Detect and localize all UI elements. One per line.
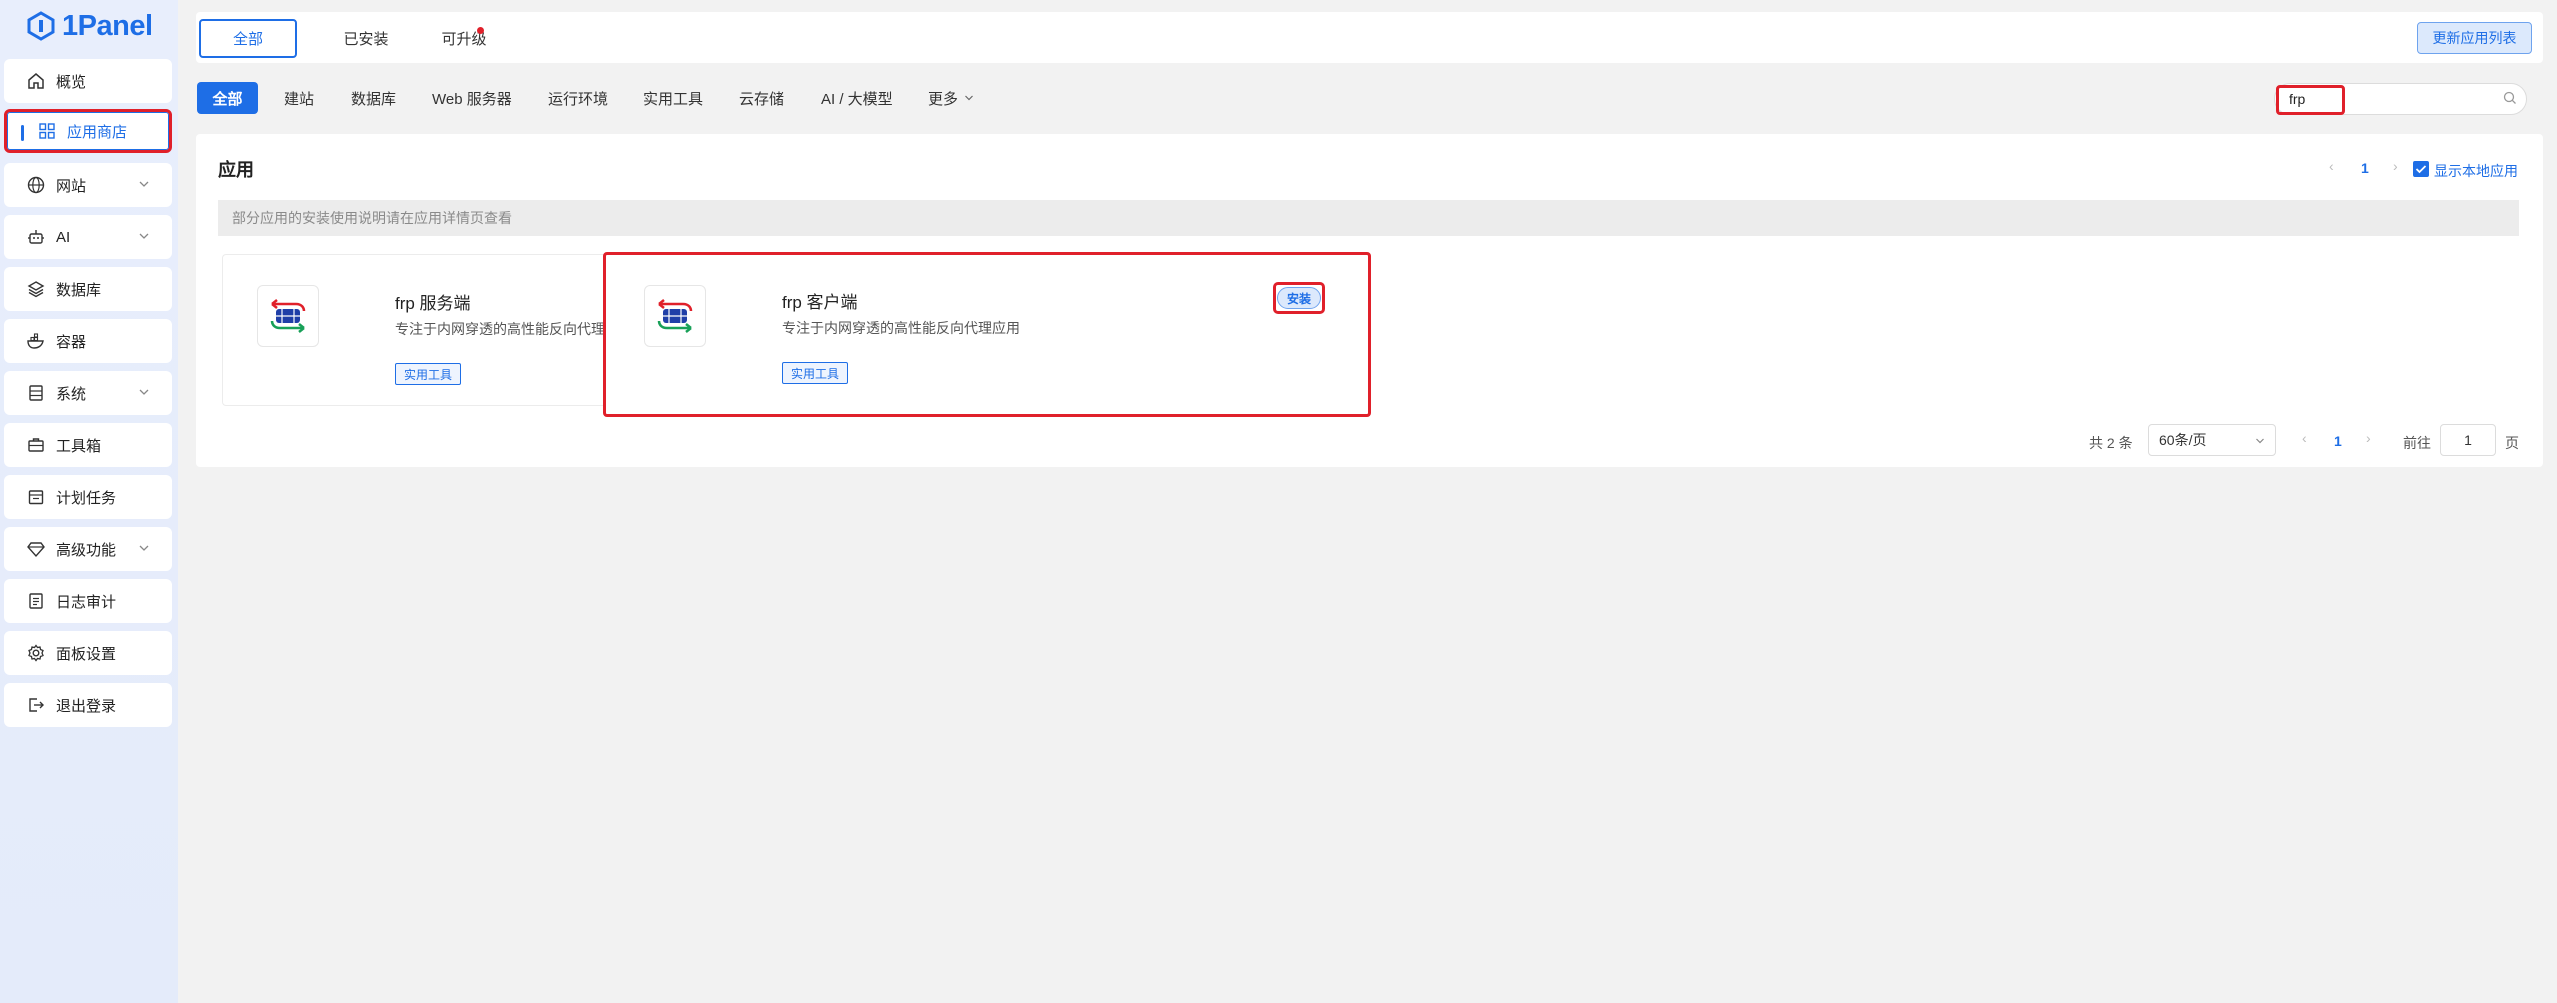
category-more-dropdown[interactable]: 更多 bbox=[928, 82, 974, 114]
tab-upgradable[interactable]: 可升级 bbox=[424, 19, 504, 58]
gear-icon bbox=[26, 643, 46, 663]
install-notice: 部分应用的安装使用说明请在应用详情页查看 bbox=[218, 200, 2519, 236]
sidebar-item-ai[interactable]: AI bbox=[4, 215, 172, 259]
page-size-select[interactable]: 60条/页 bbox=[2148, 424, 2276, 456]
diamond-icon bbox=[26, 539, 46, 559]
sidebar-item-label: 容器 bbox=[56, 333, 87, 351]
sidebar-item-label: 工具箱 bbox=[56, 437, 102, 455]
sidebar-item-database[interactable]: 数据库 bbox=[4, 267, 172, 311]
category-website[interactable]: 建站 bbox=[284, 82, 314, 114]
tab-all[interactable]: 全部 bbox=[199, 19, 297, 58]
sidebar-item-advanced[interactable]: 高级功能 bbox=[4, 527, 172, 571]
home-icon bbox=[26, 71, 46, 91]
sidebar-item-label: 应用商店 bbox=[67, 123, 128, 141]
sidebar-item-label: 网站 bbox=[56, 177, 87, 195]
refresh-app-list-button[interactable]: 更新应用列表 bbox=[2417, 22, 2532, 54]
server-icon bbox=[26, 383, 46, 403]
frp-logo-icon bbox=[644, 285, 706, 347]
category-utility[interactable]: 实用工具 bbox=[643, 82, 703, 114]
globe-icon bbox=[26, 175, 46, 195]
chevron-down-icon bbox=[2256, 438, 2264, 444]
app-tag[interactable]: 实用工具 bbox=[782, 362, 849, 384]
app-name: frp 客户端 bbox=[782, 293, 858, 312]
app-card-frpc[interactable]: frp 客户端 专注于内网穿透的高性能反向代理应用 实用工具 安装 bbox=[603, 252, 1371, 417]
category-web-server[interactable]: Web 服务器 bbox=[432, 82, 512, 114]
category-more-label: 更多 bbox=[928, 90, 959, 108]
category-all[interactable]: 全部 bbox=[197, 82, 258, 114]
sidebar-item-label: 退出登录 bbox=[56, 697, 117, 715]
category-cloud-storage[interactable]: 云存储 bbox=[739, 82, 784, 114]
prev-page-icon[interactable]: ‹ bbox=[2302, 430, 2307, 446]
chevron-down-icon bbox=[139, 233, 149, 239]
toolbox-icon bbox=[26, 435, 46, 455]
sidebar-item-overview[interactable]: 概览 bbox=[4, 59, 172, 103]
docker-icon bbox=[26, 331, 46, 351]
search-value: frp bbox=[2289, 91, 2306, 107]
category-ai[interactable]: AI / 大模型 bbox=[821, 82, 893, 114]
total-count: 共 2 条 bbox=[2089, 435, 2133, 451]
app-logo[interactable]: 1Panel bbox=[26, 8, 153, 44]
app-list-panel: 应用 ‹ 1 › 显示本地应用 部分应用的安装使用说明请在应用详情页查看 frp… bbox=[196, 134, 2543, 467]
next-page-icon[interactable]: › bbox=[2366, 430, 2371, 446]
check-icon bbox=[2415, 165, 2427, 174]
prev-page-icon[interactable]: ‹ bbox=[2329, 158, 2334, 174]
sidebar-item-logs[interactable]: 日志审计 bbox=[4, 579, 172, 623]
sidebar: 1Panel 概览 应用商店 网站 AI 数据库 容器 系统 工具箱 计划任务 … bbox=[0, 0, 178, 1003]
sidebar-item-system[interactable]: 系统 bbox=[4, 371, 172, 415]
show-local-label[interactable]: 显示本地应用 bbox=[2434, 161, 2518, 181]
app-name: frp 服务端 bbox=[395, 294, 471, 313]
next-page-icon[interactable]: › bbox=[2393, 158, 2398, 174]
sidebar-item-label: 高级功能 bbox=[56, 541, 117, 559]
install-button[interactable]: 安装 bbox=[1277, 287, 1321, 309]
sidebar-item-label: 概览 bbox=[56, 73, 87, 91]
current-page[interactable]: 1 bbox=[2334, 433, 2342, 449]
sidebar-item-label: 面板设置 bbox=[56, 645, 117, 663]
goto-prefix: 前往 bbox=[2403, 435, 2431, 451]
sidebar-item-label: 系统 bbox=[56, 385, 87, 403]
top-page-number[interactable]: 1 bbox=[2361, 160, 2369, 176]
goto-page-input[interactable]: 1 bbox=[2440, 424, 2496, 456]
sidebar-item-container[interactable]: 容器 bbox=[4, 319, 172, 363]
notification-dot bbox=[477, 27, 484, 34]
active-indicator bbox=[21, 125, 24, 141]
sidebar-item-settings[interactable]: 面板设置 bbox=[4, 631, 172, 675]
sidebar-item-label: 数据库 bbox=[56, 281, 102, 299]
chevron-down-icon bbox=[139, 389, 149, 395]
category-database[interactable]: 数据库 bbox=[351, 82, 396, 114]
page-size-value: 60条/页 bbox=[2159, 432, 2207, 448]
search-icon[interactable] bbox=[2502, 90, 2518, 106]
sidebar-item-app-store[interactable]: 应用商店 bbox=[4, 109, 172, 153]
layers-icon bbox=[26, 279, 46, 299]
calendar-icon bbox=[26, 487, 46, 507]
log-icon bbox=[26, 591, 46, 611]
robot-icon bbox=[26, 227, 46, 247]
sidebar-item-label: 日志审计 bbox=[56, 593, 117, 611]
sidebar-item-logout[interactable]: 退出登录 bbox=[4, 683, 172, 727]
chevron-down-icon bbox=[965, 95, 973, 101]
app-description: 专注于内网穿透的高性能反向代理应用 bbox=[395, 321, 633, 337]
goto-suffix: 页 bbox=[2505, 435, 2519, 451]
logo-icon bbox=[27, 11, 55, 41]
tab-installed[interactable]: 已安装 bbox=[326, 19, 406, 58]
app-description: 专注于内网穿透的高性能反向代理应用 bbox=[782, 320, 1020, 336]
grid-icon bbox=[37, 121, 57, 141]
sidebar-item-cron[interactable]: 计划任务 bbox=[4, 475, 172, 519]
category-runtime[interactable]: 运行环境 bbox=[548, 82, 608, 114]
show-local-checkbox[interactable] bbox=[2413, 161, 2429, 177]
sidebar-item-label: 计划任务 bbox=[56, 489, 117, 507]
sidebar-item-website[interactable]: 网站 bbox=[4, 163, 172, 207]
logout-icon bbox=[26, 695, 46, 715]
chevron-down-icon bbox=[139, 545, 149, 551]
chevron-down-icon bbox=[139, 181, 149, 187]
top-tab-bar: 全部 已安装 可升级 更新应用列表 bbox=[196, 12, 2543, 63]
sidebar-item-label: AI bbox=[56, 228, 71, 246]
search-highlight-box bbox=[2276, 85, 2345, 115]
logo-text: 1Panel bbox=[62, 9, 153, 42]
sidebar-item-toolbox[interactable]: 工具箱 bbox=[4, 423, 172, 467]
panel-title: 应用 bbox=[218, 160, 254, 180]
frp-logo-icon bbox=[257, 285, 319, 347]
app-tag[interactable]: 实用工具 bbox=[395, 363, 462, 385]
